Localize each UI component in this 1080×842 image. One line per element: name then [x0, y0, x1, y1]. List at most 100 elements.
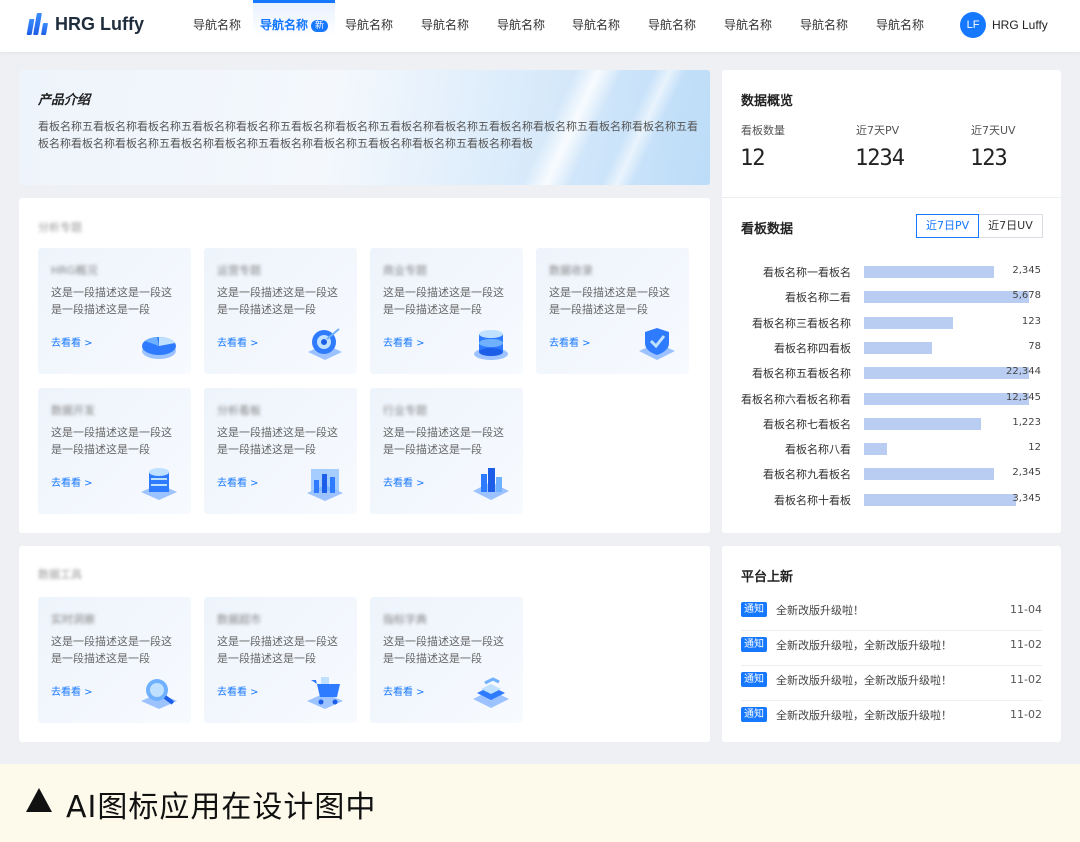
tool-card[interactable]: 数据超市 这是一段描述这是一段这是一段描述这是一段 去看看 >: [204, 597, 357, 723]
card-link[interactable]: 去看看 >: [51, 474, 93, 489]
metric-tabs: 近7日PV 近7日UV: [916, 214, 1043, 238]
card-link[interactable]: 去看看 >: [217, 334, 259, 349]
bar-row[interactable]: 看板名称一看板名 2,345: [722, 261, 1061, 281]
shield-check-3d-icon: [639, 328, 675, 360]
tab-pv[interactable]: 近7日PV: [916, 214, 980, 238]
news-date: 11-02: [1010, 673, 1042, 686]
news-text[interactable]: 全新改版升级啦！: [776, 602, 864, 618]
news-item[interactable]: 通知 全新改版升级啦，全新改版升级啦！ 11-02: [741, 666, 1042, 701]
intro-title: 产品介绍: [38, 93, 91, 108]
card-title: 商业专题: [383, 264, 427, 277]
stat-value: 123: [970, 146, 1008, 171]
tool-card[interactable]: 指标字典 这是一段描述这是一段这是一段描述这是一段 去看看 >: [370, 597, 523, 723]
bar-row[interactable]: 看板名称八看 12: [722, 438, 1061, 458]
bar: [864, 266, 995, 278]
nav-item-4[interactable]: 导航名称: [421, 0, 469, 52]
bar-row[interactable]: 看板名称四看板 78: [722, 337, 1061, 357]
user-name: HRG Luffy: [992, 18, 1048, 32]
card-title: 指标字典: [383, 613, 427, 626]
card-link[interactable]: 去看看 >: [51, 683, 93, 698]
shopping-cart-3d-icon: [307, 677, 343, 709]
database-3d-icon: [474, 330, 508, 360]
bar-value-label: 1,223: [1012, 416, 1041, 428]
server-stack-3d-icon: [141, 468, 177, 500]
bar-row[interactable]: 看板名称十看板 3,345: [722, 489, 1061, 509]
card-title: 数据收录: [549, 264, 593, 277]
topic-card[interactable]: 商业专题 这是一段描述这是一段这是一段描述这是一段 去看看 >: [370, 248, 523, 374]
news-item[interactable]: 通知 全新改版升级啦，全新改版升级啦！ 11-02: [741, 701, 1042, 736]
bar-row[interactable]: 看板名称二看 5,678: [722, 286, 1061, 306]
card-desc: 这是一段描述这是一段这是一段描述这是一段: [383, 426, 504, 456]
brand-logo[interactable]: HRG Luffy: [26, 13, 144, 35]
nav-item-1[interactable]: 导航名称: [193, 0, 241, 52]
nav-item-8[interactable]: 导航名称: [724, 0, 772, 52]
bar-row[interactable]: 看板名称三看板名称 123: [722, 312, 1061, 332]
tool-card[interactable]: 实时洞察 这是一段描述这是一段这是一段描述这是一段 去看看 >: [38, 597, 191, 723]
bar-value-label: 78: [1028, 340, 1041, 352]
card-link[interactable]: 去看看 >: [549, 334, 591, 349]
bar-track: [864, 367, 1029, 380]
bar-track: [864, 266, 1029, 278]
bar-row[interactable]: 看板名称五看板名称 22,344: [722, 362, 1061, 382]
card-link[interactable]: 去看看 >: [217, 683, 259, 698]
tab-uv[interactable]: 近7日UV: [979, 214, 1043, 238]
card-link[interactable]: 去看看 >: [383, 474, 425, 489]
bar-value-label: 5,678: [1012, 290, 1041, 302]
news-text[interactable]: 全新改版升级啦，全新改版升级啦！: [776, 672, 952, 688]
card-desc: 这是一段描述这是一段这是一段描述这是一段: [51, 426, 172, 456]
bar: [864, 392, 1029, 405]
overview-title: 数据概览: [741, 94, 794, 109]
bar-label: 看板名称三看板名称: [752, 316, 851, 330]
card-title: HRG概况: [51, 264, 98, 277]
bar-row[interactable]: 看板名称六看板名称看 12,345: [722, 388, 1061, 408]
card-title: 数据开发: [51, 404, 95, 417]
bar-track: [864, 493, 1029, 506]
pie-chart-3d-icon: [142, 337, 176, 359]
avatar: LF: [960, 12, 986, 38]
nav-item-7[interactable]: 导航名称: [648, 0, 696, 52]
card-link[interactable]: 去看看 >: [383, 683, 425, 698]
bar-row[interactable]: 看板名称七看板名 1,223: [722, 413, 1061, 433]
topic-card[interactable]: 行业专题 这是一段描述这是一段这是一段描述这是一段 去看看 >: [370, 388, 523, 514]
card-desc: 这是一段描述这是一段这是一段描述这是一段: [217, 426, 338, 456]
bar-value-label: 3,345: [1012, 492, 1041, 504]
card-link[interactable]: 去看看 >: [217, 474, 259, 489]
bar: [864, 493, 1016, 506]
topic-card[interactable]: 数据收录 这是一段描述这是一段这是一段描述这是一段 去看看 >: [536, 248, 689, 374]
topic-card[interactable]: 运营专题 这是一段描述这是一段这是一段描述这是一段 去看看 >: [204, 248, 357, 374]
news-item[interactable]: 通知 全新改版升级啦，全新改版升级啦！ 11-02: [741, 631, 1042, 666]
nav-item-5[interactable]: 导航名称: [497, 0, 545, 52]
news-item[interactable]: 通知 全新改版升级啦！ 11-04: [741, 596, 1042, 631]
card-desc: 这是一段描述这是一段这是一段描述这是一段: [549, 286, 670, 316]
bar-row[interactable]: 看板名称九看板名 2,345: [722, 463, 1061, 483]
card-desc: 这是一段描述这是一段这是一段描述这是一段: [51, 286, 172, 316]
news-text[interactable]: 全新改版升级啦，全新改版升级啦！: [776, 637, 952, 653]
triangle-icon: [26, 788, 52, 812]
search-globe-3d-icon: [141, 679, 177, 709]
nav-item-6[interactable]: 导航名称: [572, 0, 620, 52]
nav-item-9[interactable]: 导航名称: [800, 0, 848, 52]
news-text[interactable]: 全新改版升级啦，全新改版升级啦！: [776, 707, 952, 723]
bar-chart-3d-icon: [307, 469, 343, 501]
topic-card[interactable]: 分析看板 这是一段描述这是一段这是一段描述这是一段 去看看 >: [204, 388, 357, 514]
bar-label: 看板名称四看板: [774, 341, 851, 355]
user-menu[interactable]: LF HRG Luffy: [960, 12, 1048, 38]
nav-item-2-active[interactable]: 导航名称新: [253, 0, 336, 52]
news-date: 11-02: [1010, 708, 1042, 721]
stat-value: 12: [740, 146, 765, 171]
card-link[interactable]: 去看看 >: [51, 334, 93, 349]
card-link[interactable]: 去看看 >: [383, 334, 425, 349]
section-title: 数据工具: [38, 568, 82, 581]
nav-item-3[interactable]: 导航名称: [345, 0, 393, 52]
bar: [864, 443, 888, 456]
target-3d-icon: [308, 328, 342, 360]
section-title: 分析专题: [38, 221, 82, 234]
topic-card[interactable]: HRG概况 这是一段描述这是一段这是一段描述这是一段 去看看 >: [38, 248, 191, 374]
stat-value: 1234: [855, 146, 905, 171]
bar: [864, 417, 982, 430]
nav-item-10[interactable]: 导航名称: [876, 0, 924, 52]
card-desc: 这是一段描述这是一段这是一段描述这是一段: [383, 286, 504, 316]
book-3d-icon: [473, 677, 509, 708]
card-title: 行业专题: [383, 404, 427, 417]
topic-card[interactable]: 数据开发 这是一段描述这是一段这是一段描述这是一段 去看看 >: [38, 388, 191, 514]
